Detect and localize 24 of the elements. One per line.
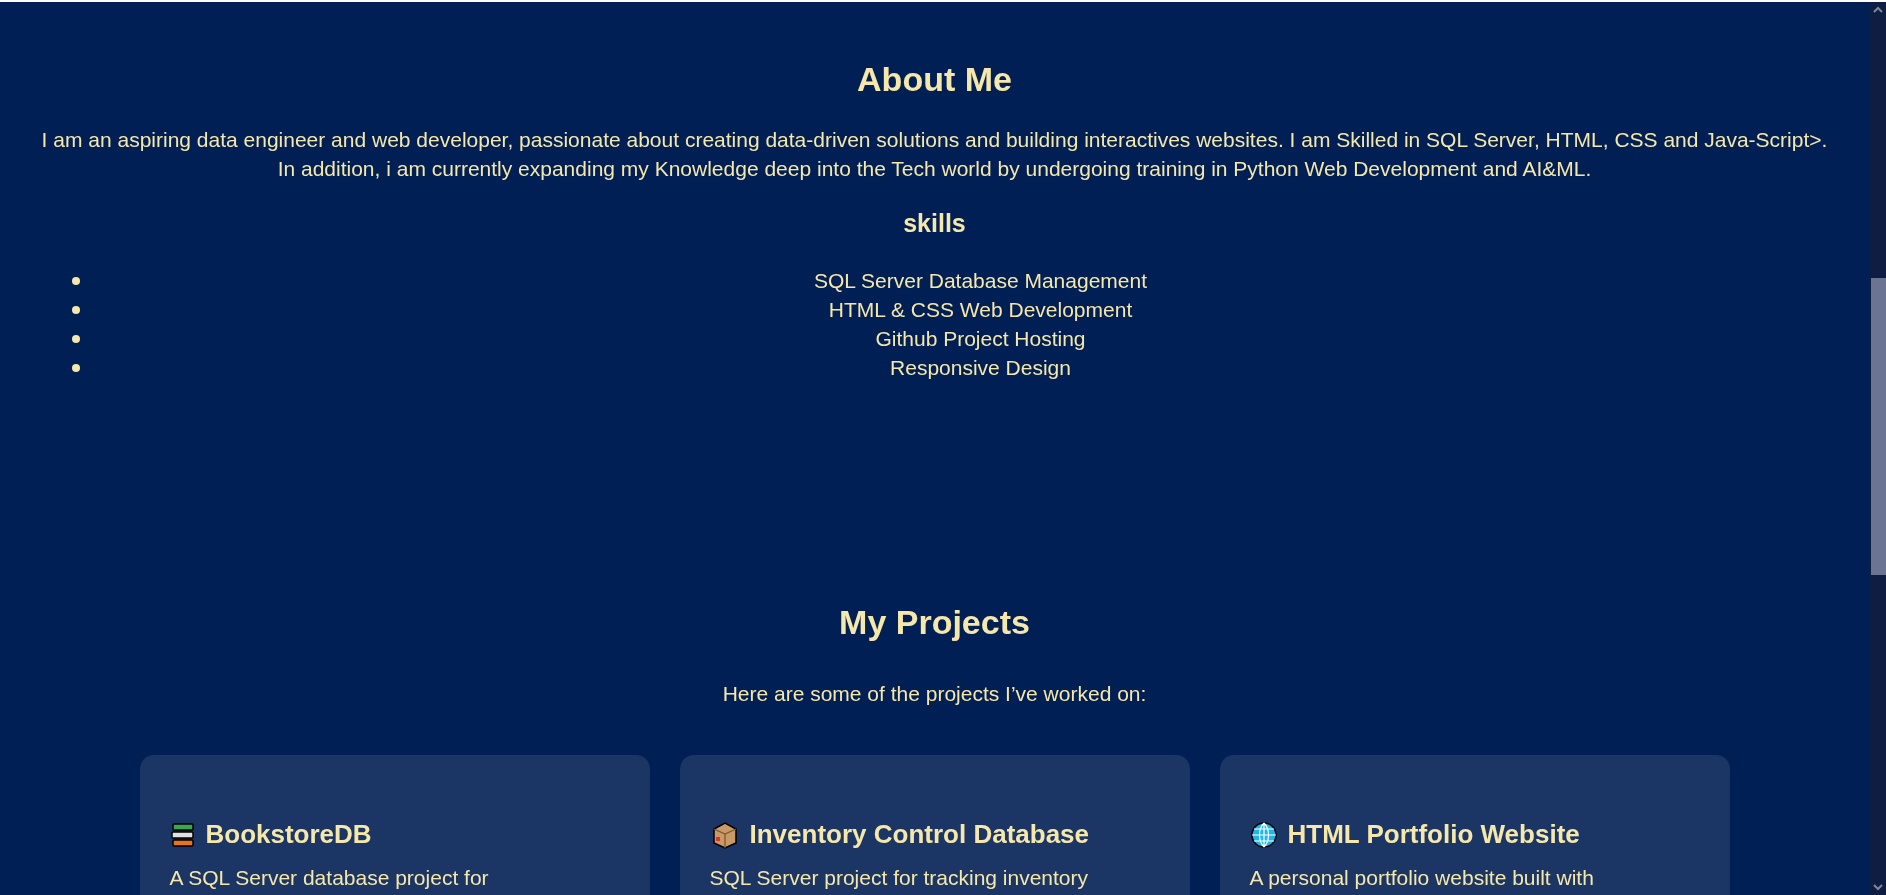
section-heading: About Me — [857, 59, 1012, 100]
card-title: HTML Portfolio Website — [1287, 818, 1580, 851]
skill-item: Responsive Design — [890, 355, 1071, 382]
bullet-icon — [72, 335, 80, 343]
card-description: A personal portfolio website built with — [1249, 865, 1595, 891]
projects-subtitle: Here are some of the projects I’ve worked on: — [722, 680, 1147, 707]
card-description: A SQL Server database project for — [169, 865, 490, 891]
bullet-icon — [72, 277, 80, 285]
skill-item: Github Project Hosting — [875, 326, 1086, 353]
books-icon — [169, 821, 196, 848]
scrollbar-thumb[interactable] — [1871, 278, 1886, 575]
scroll-up-icon[interactable] — [1872, 6, 1883, 13]
card-description: SQL Server project for tracking inventory — [709, 865, 1090, 891]
section-heading: My Projects — [839, 601, 1030, 643]
globe-icon — [1249, 820, 1278, 849]
scroll-down-icon[interactable] — [1872, 884, 1883, 891]
card-title: BookstoreDB — [205, 818, 372, 851]
skill-item: HTML & CSS Web Development — [828, 297, 1133, 324]
about-paragraph: I am an aspiring data engineer and web developer, passionate about creating data-driven solutions and building interactives websites. I am Skilled in SQL Server, HTML, CSS and Java-Script>. In addition, i am currently expanding my Knowledge deep into the Tech world by undergoing training in Python Web Development and AI&ML. — [40, 127, 1829, 182]
skill-item: SQL Server Database Management — [813, 268, 1148, 295]
bullet-icon — [72, 306, 80, 314]
bullet-icon — [72, 364, 80, 372]
skills-heading: skills — [903, 208, 966, 239]
card-title: Inventory Control Database — [749, 818, 1089, 851]
